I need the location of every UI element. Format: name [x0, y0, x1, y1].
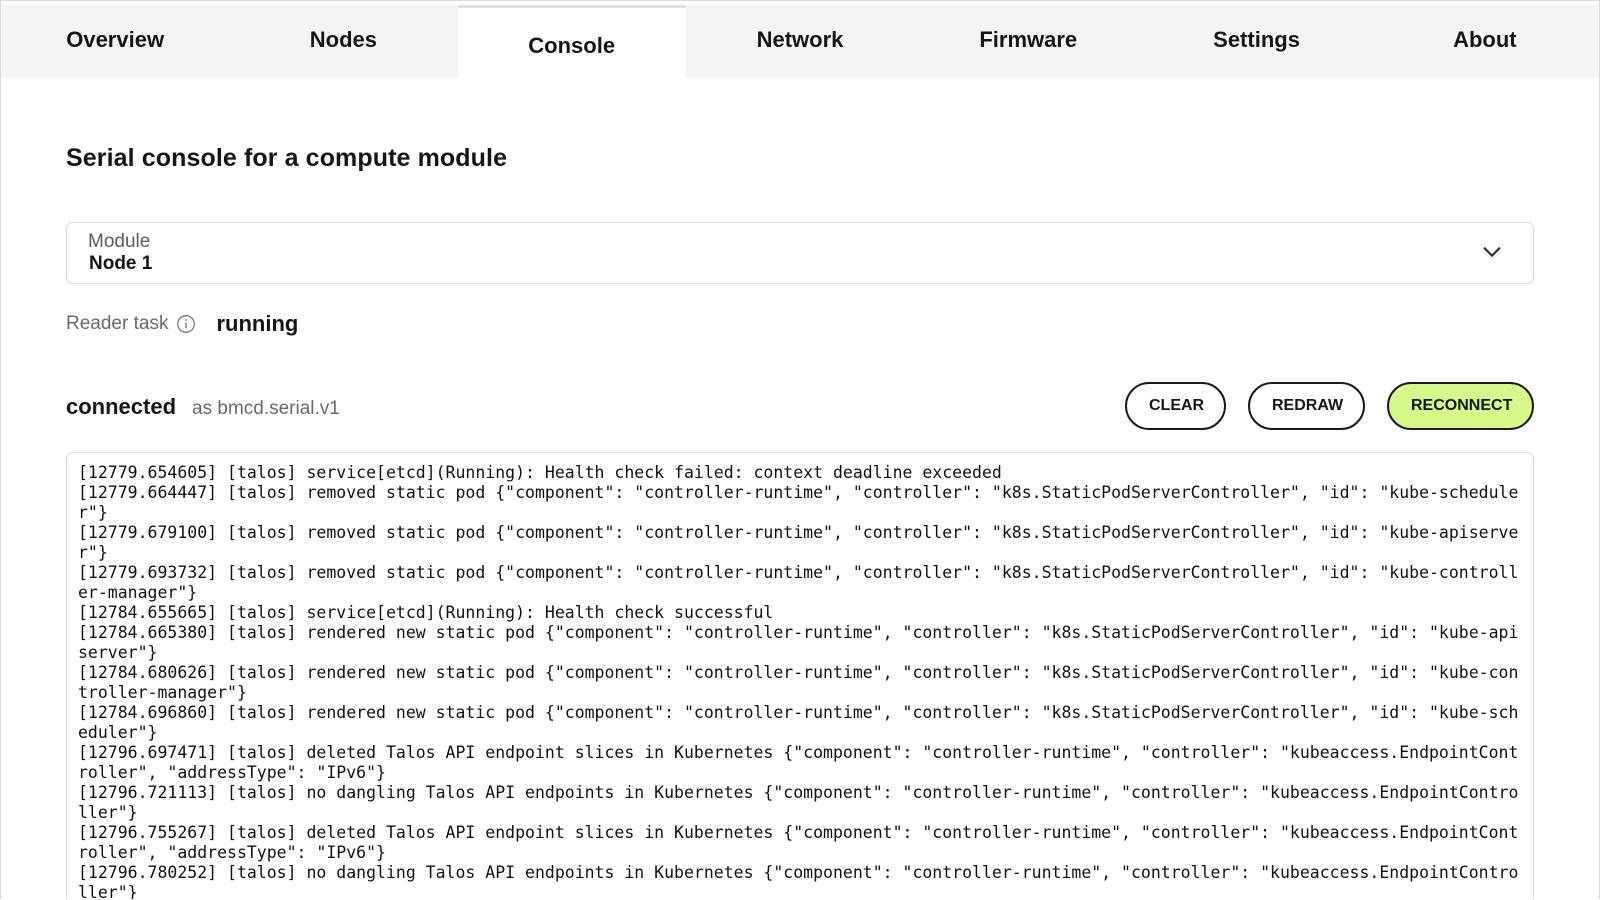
console-line: [12784.696860] [talos] rendered new stat… [78, 703, 1519, 742]
chevron-down-icon [1483, 247, 1501, 257]
console-line: [12779.664447] [talos] removed static po… [78, 483, 1519, 522]
tab-console[interactable]: Console [457, 5, 686, 78]
connection-protocol: as bmcd.serial.v1 [192, 398, 340, 419]
tab-network[interactable]: Network [686, 5, 914, 78]
console-line: [12784.665380] [talos] rendered new stat… [78, 623, 1519, 662]
console-line: [12784.680626] [talos] rendered new stat… [78, 663, 1519, 702]
serial-console-output[interactable]: [12779.654605] [talos] service[etcd](Run… [66, 452, 1534, 899]
reader-task-row: Reader task running [66, 311, 298, 337]
connection-status: connected [66, 394, 177, 419]
tab-firmware[interactable]: Firmware [914, 5, 1142, 78]
console-actions: CLEAR REDRAW RECONNECT [1125, 382, 1534, 430]
redraw-button[interactable]: REDRAW [1248, 382, 1365, 430]
tab-about[interactable]: About [1371, 5, 1599, 78]
console-line: [12779.654605] [talos] service[etcd](Run… [78, 463, 1002, 482]
console-line: [12796.721113] [talos] no dangling Talos… [78, 783, 1519, 822]
clear-button[interactable]: CLEAR [1125, 382, 1226, 430]
app-frame: Overview Nodes Console Network Firmware … [0, 0, 1600, 899]
reader-task-status: running [216, 311, 299, 336]
console-line: [12796.780252] [talos] no dangling Talos… [78, 863, 1519, 899]
console-line: [12779.679100] [talos] removed static po… [78, 523, 1519, 562]
module-select[interactable]: Module Node 1 [66, 222, 1534, 284]
reader-task-label: Reader task [66, 313, 169, 334]
console-line: [12796.697471] [talos] deleted Talos API… [78, 743, 1519, 782]
tab-overview[interactable]: Overview [1, 5, 229, 78]
console-line: [12779.693732] [talos] removed static po… [78, 563, 1519, 602]
tab-bar: Overview Nodes Console Network Firmware … [1, 5, 1599, 78]
info-icon[interactable] [176, 314, 196, 334]
connection-status-row: connected as bmcd.serial.v1 [66, 394, 340, 420]
console-line: [12796.755267] [talos] deleted Talos API… [78, 823, 1519, 862]
module-select-label: Module [88, 231, 151, 252]
tab-nodes[interactable]: Nodes [229, 5, 457, 78]
page-title: Serial console for a compute module [66, 144, 508, 172]
reconnect-button[interactable]: RECONNECT [1387, 382, 1534, 430]
tab-settings[interactable]: Settings [1142, 5, 1370, 78]
module-select-value: Node 1 [89, 253, 153, 274]
console-line: [12784.655665] [talos] service[etcd](Run… [78, 603, 774, 622]
